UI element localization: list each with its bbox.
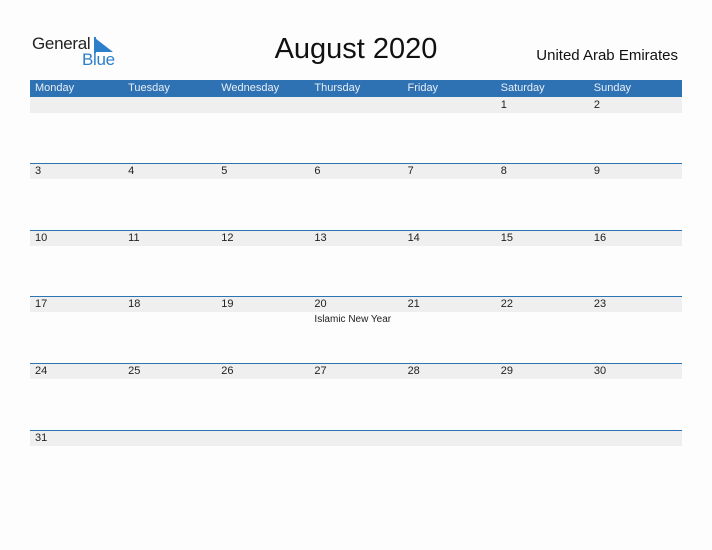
day-cell: [309, 431, 402, 491]
day-number: 14: [407, 232, 420, 244]
day-cell: 3: [30, 164, 123, 224]
day-number: 31: [35, 432, 48, 444]
day-number: 21: [407, 298, 420, 310]
weekday-sunday: Sunday: [593, 82, 632, 94]
day-cell: 2: [589, 98, 682, 158]
day-cell: 31: [30, 431, 123, 491]
weekday-header: Monday Tuesday Wednesday Thursday Friday Satu…: [30, 80, 682, 97]
day-number: 15: [500, 232, 513, 244]
day-cell: [216, 98, 309, 158]
day-cell: 10: [30, 231, 123, 291]
day-cell: 25: [123, 364, 216, 424]
day-cell: 9: [589, 164, 682, 224]
day-cell: 21: [403, 297, 496, 357]
day-number: 13: [314, 232, 327, 244]
day-cell: 15: [496, 231, 589, 291]
day-number: 20: [314, 298, 327, 310]
day-number: 28: [407, 365, 420, 377]
day-number: 27: [314, 365, 327, 377]
day-cell: 11: [123, 231, 216, 291]
day-number: 19: [221, 298, 234, 310]
day-cell: 8: [496, 164, 589, 224]
day-number: 8: [500, 165, 507, 177]
day-cell: 27: [309, 364, 402, 424]
day-cell: 12: [216, 231, 309, 291]
weekday-thursday: Thursday: [314, 82, 361, 94]
day-number: 25: [128, 365, 141, 377]
day-cell: 14: [403, 231, 496, 291]
day-number: 1: [500, 99, 507, 111]
week-row: 17 18 19 20 Islamic New Year 21 22 23: [30, 296, 682, 362]
day-cell: [123, 98, 216, 158]
day-cell: 18: [123, 297, 216, 357]
day-number: 29: [500, 365, 513, 377]
week-row: 3 4 5 6 7 8 9: [30, 163, 682, 229]
day-cell: 19: [216, 297, 309, 357]
day-number: 3: [35, 165, 42, 177]
day-number: 2: [593, 99, 600, 111]
holiday-event: Islamic New Year: [314, 314, 392, 325]
day-cell: [123, 431, 216, 491]
day-cell: [403, 98, 496, 158]
day-cell: 17: [30, 297, 123, 357]
day-cell: 26: [216, 364, 309, 424]
day-cell: 20 Islamic New Year: [309, 297, 402, 357]
day-cell: 22: [496, 297, 589, 357]
day-cell: 4: [123, 164, 216, 224]
weekday-wednesday: Wednesday: [221, 82, 280, 94]
day-number: 22: [500, 298, 513, 310]
day-number: 6: [314, 165, 321, 177]
day-number: 4: [128, 165, 135, 177]
day-number: 17: [35, 298, 48, 310]
week-row: 10 11 12 13 14 15 16: [30, 230, 682, 296]
day-cell: 6: [309, 164, 402, 224]
day-cell: 24: [30, 364, 123, 424]
day-cell: 7: [403, 164, 496, 224]
day-cell: [216, 431, 309, 491]
day-cell: [309, 98, 402, 158]
weekday-monday: Monday: [35, 82, 75, 94]
day-number: 9: [593, 165, 600, 177]
day-cell: [30, 98, 123, 158]
day-number: 26: [221, 365, 234, 377]
day-number: 5: [221, 165, 228, 177]
week-row: 31: [30, 430, 682, 496]
week-row: 12: [30, 97, 682, 163]
day-number: 30: [593, 365, 607, 377]
day-cell: [496, 431, 589, 491]
day-number: 24: [35, 365, 48, 377]
day-cell: 28: [403, 364, 496, 424]
day-number: 7: [407, 165, 414, 177]
weekday-friday: Friday: [407, 82, 439, 94]
day-number: 18: [128, 298, 141, 310]
day-number: 12: [221, 232, 234, 244]
weekday-tuesday: Tuesday: [128, 82, 170, 94]
day-cell: 13: [309, 231, 402, 291]
weekday-saturday: Saturday: [500, 82, 545, 94]
day-cell: 16: [589, 231, 682, 291]
day-cell: 30: [589, 364, 682, 424]
week-row: 24 25 26 27 28 29 30: [30, 363, 682, 429]
day-cell: 5: [216, 164, 309, 224]
day-number: 23: [593, 298, 607, 310]
day-number: 10: [35, 232, 48, 244]
day-number: 16: [593, 232, 607, 244]
day-cell: 1: [496, 98, 589, 158]
day-cell: 23: [589, 297, 682, 357]
day-cell: [403, 431, 496, 491]
day-cell: [589, 431, 682, 491]
day-number: 11: [128, 232, 140, 244]
day-cell: 29: [496, 364, 589, 424]
country-label: United Arab Emirates: [536, 47, 678, 64]
